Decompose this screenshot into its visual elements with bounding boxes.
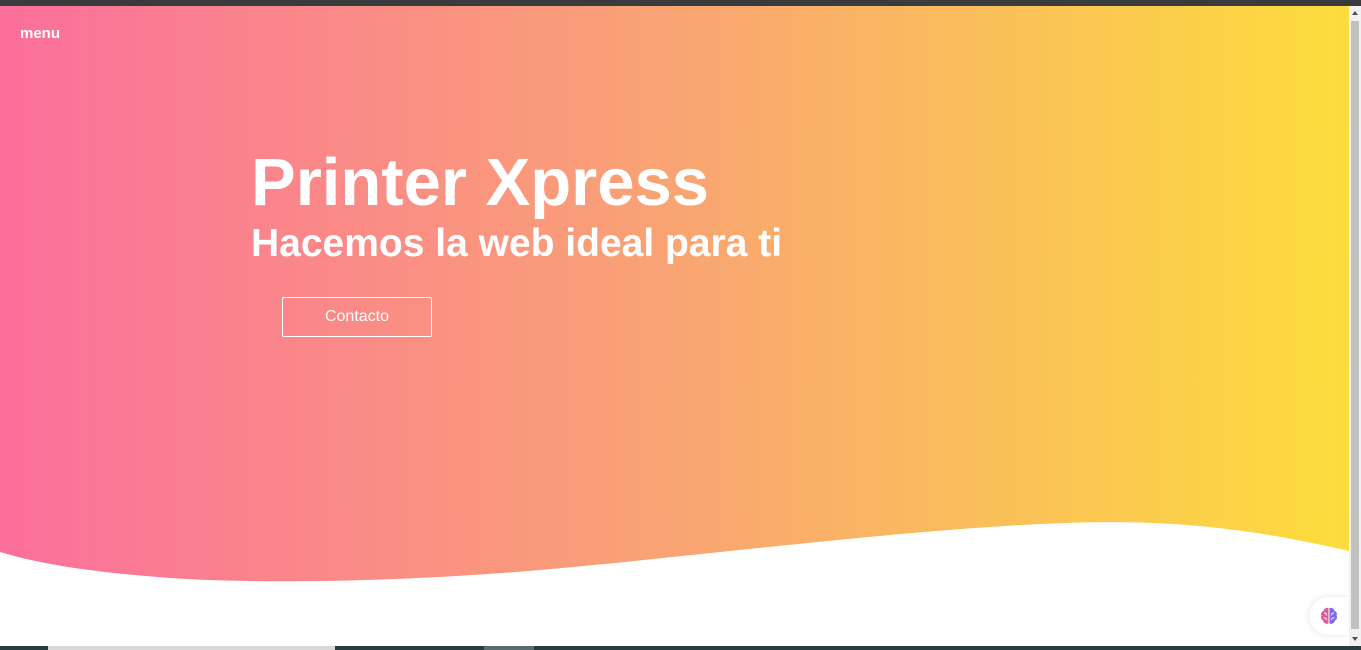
taskbar-app-item[interactable]: [484, 646, 534, 650]
vertical-scrollbar[interactable]: [1349, 6, 1361, 646]
floating-assistant-button[interactable]: [1309, 597, 1349, 635]
page-subtitle: Hacemos la web ideal para ti: [251, 222, 783, 265]
scroll-up-arrow-icon[interactable]: [1349, 6, 1361, 20]
page-viewport: menu Printer Xpress Hacemos la web ideal…: [0, 6, 1349, 646]
hero-gradient-background: [0, 6, 1349, 582]
hero-section: menu Printer Xpress Hacemos la web ideal…: [0, 6, 1349, 646]
contact-button[interactable]: Contacto: [282, 297, 432, 337]
scroll-down-arrow-icon[interactable]: [1349, 632, 1361, 646]
page-title: Printer Xpress: [251, 145, 710, 220]
brain-icon: [1321, 607, 1337, 624]
hero-wave-shape: [0, 6, 1349, 582]
taskbar-window-item[interactable]: [48, 646, 335, 650]
scrollbar-thumb[interactable]: [1351, 21, 1359, 629]
menu-link[interactable]: menu: [20, 25, 60, 42]
